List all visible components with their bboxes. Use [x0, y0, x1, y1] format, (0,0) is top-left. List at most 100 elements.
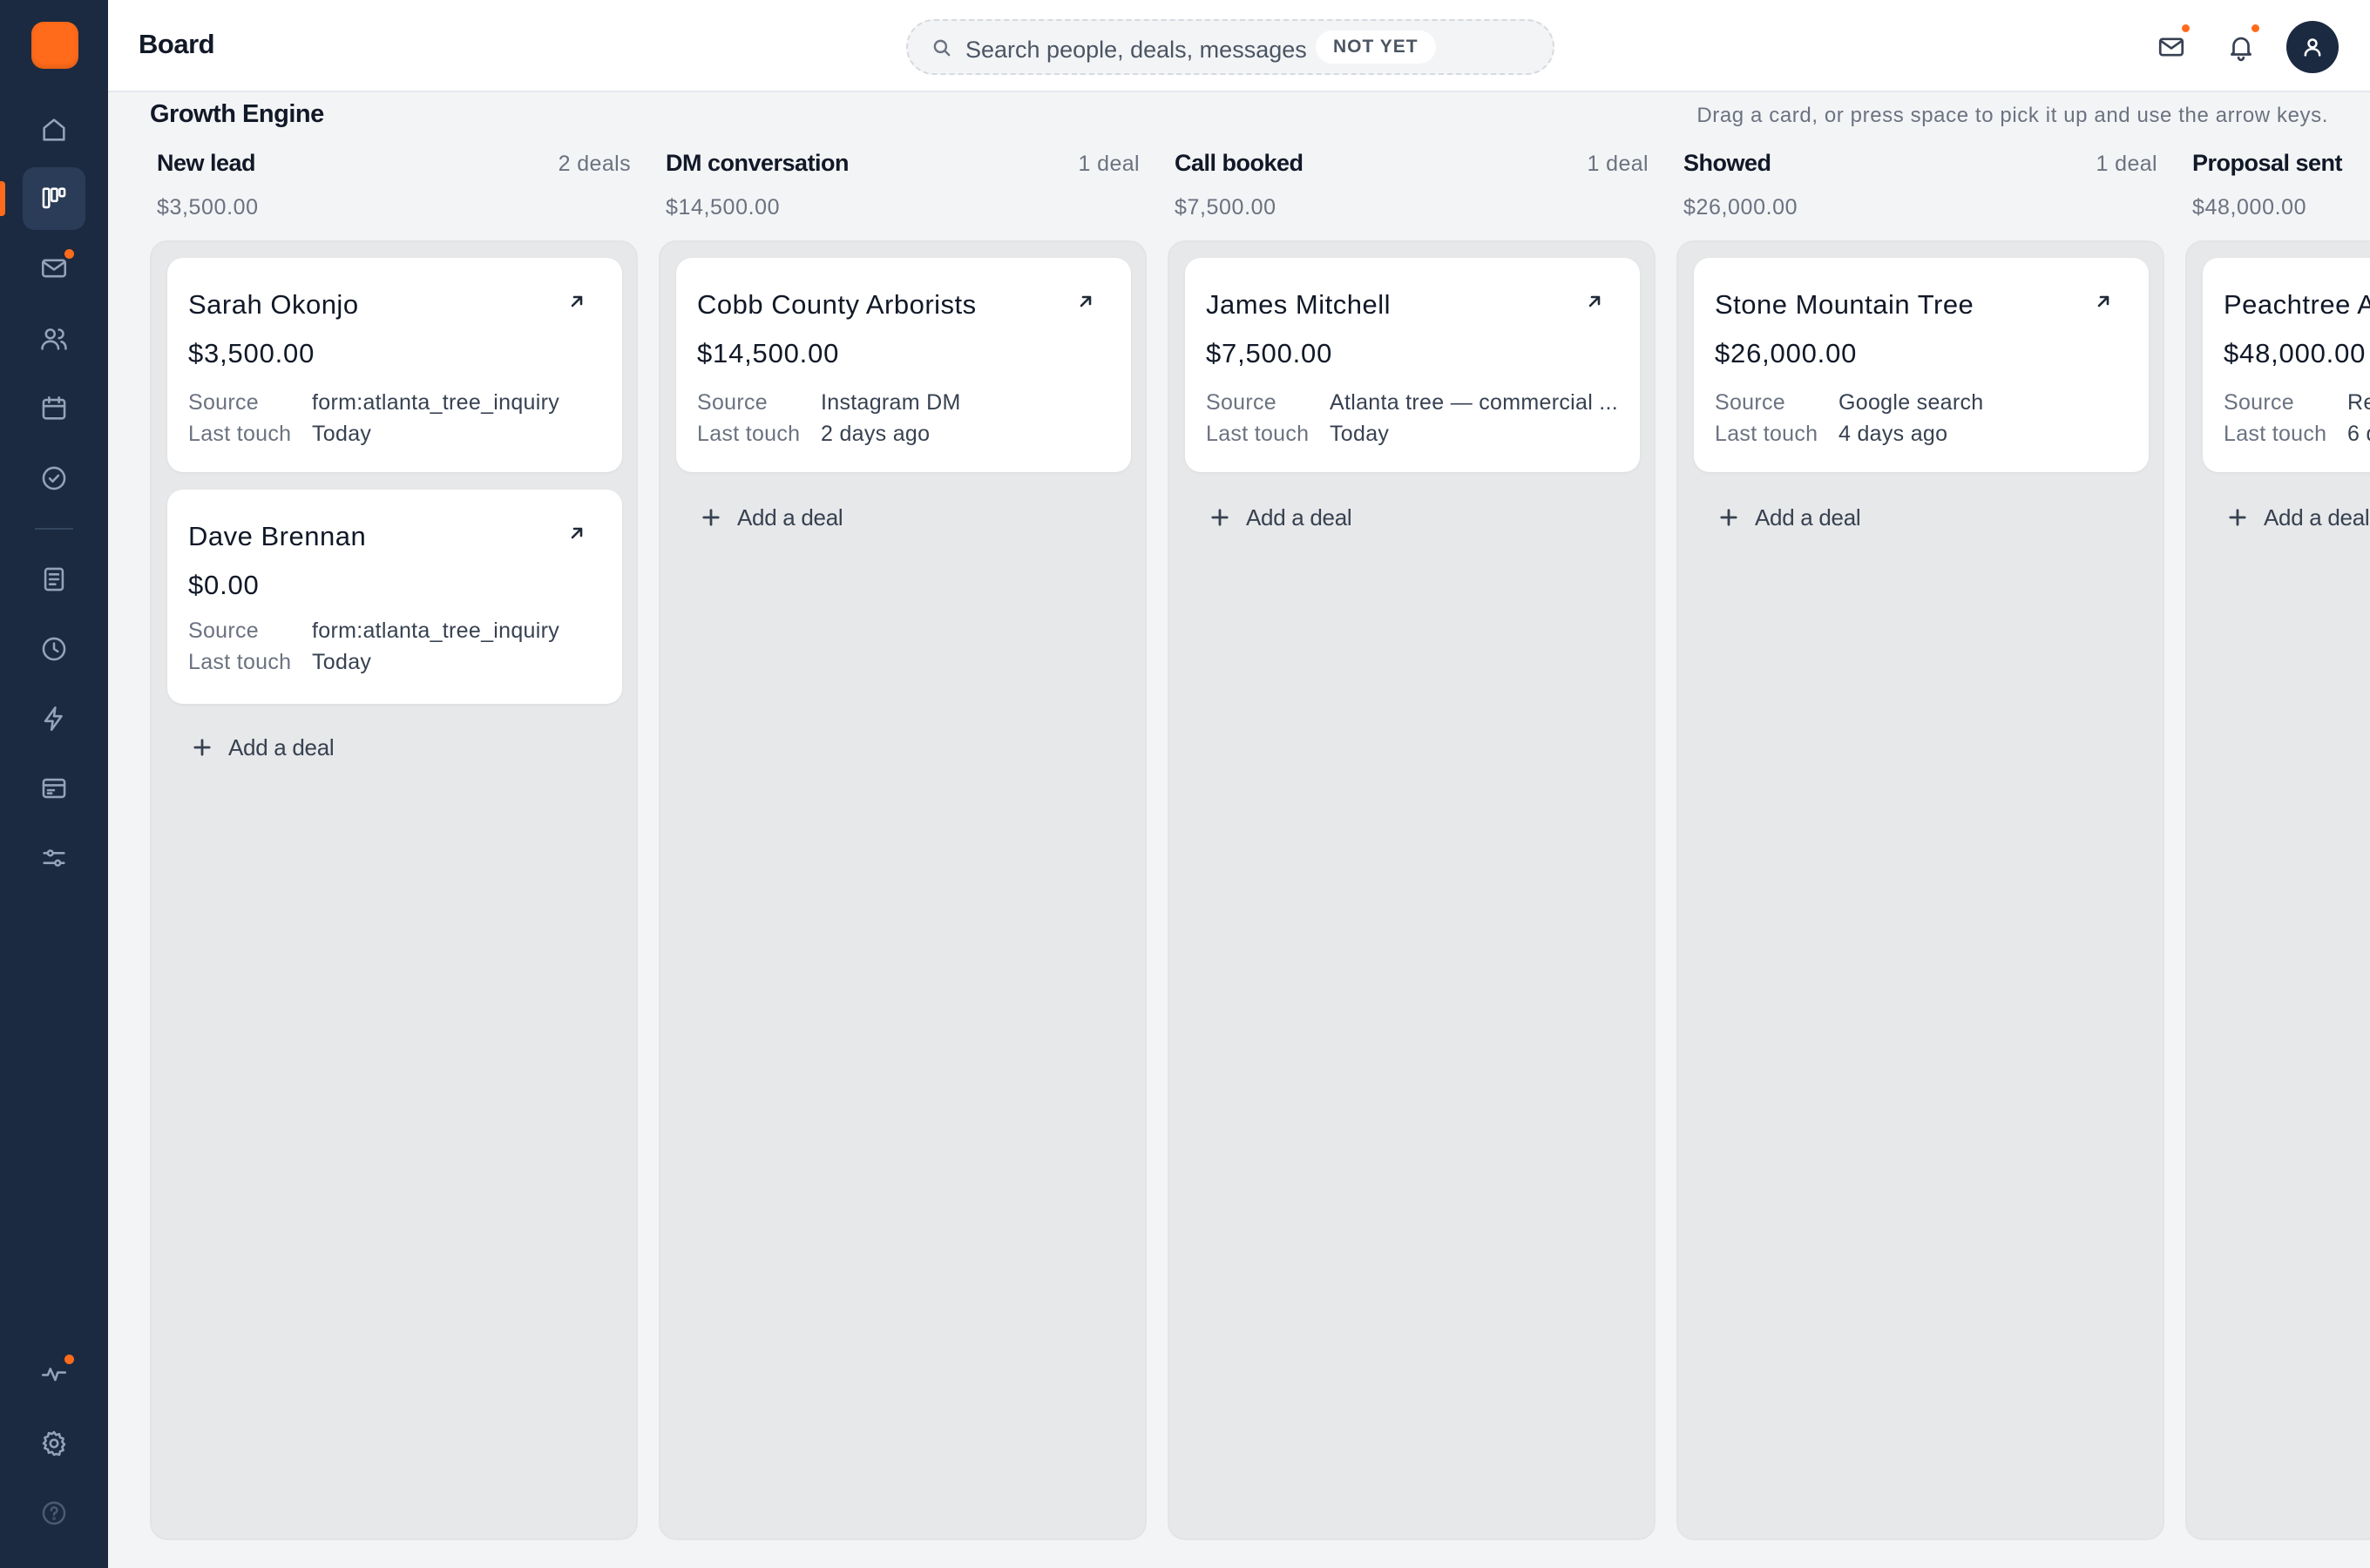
column-deal-count: 1 deal [2096, 152, 2157, 176]
deal-name: Cobb County Arborists [697, 289, 977, 320]
board-title: Growth Engine [150, 100, 324, 128]
last-touch-value: Today [312, 422, 372, 446]
source-value: form:atlanta_tree_inquiry [312, 618, 560, 643]
source-label: Source [697, 390, 769, 415]
last-touch-value: Today [312, 650, 372, 674]
last-touch-label: Last touch [188, 650, 292, 674]
pulse-icon [41, 1368, 67, 1382]
column-deal-count: 1 deal [1078, 152, 1140, 176]
deal-card[interactable]: Sarah Okonjo $3,500.00 Source form:atlan… [167, 258, 622, 472]
page-title: Board [139, 29, 215, 59]
source-label: Source [1715, 390, 1786, 415]
lightning-icon [44, 706, 63, 732]
sidebar-item-calendar[interactable] [23, 377, 85, 440]
last-touch-label: Last touch [2224, 422, 2327, 446]
source-value: Instagram DM [821, 390, 961, 415]
top-header: Board Search people, deals, messages NOT… [108, 0, 2370, 92]
sidebar-item-billing[interactable] [23, 757, 85, 820]
deal-amount: $3,500.00 [188, 338, 315, 368]
add-deal-label: Add a deal [1755, 504, 1861, 531]
deal-name: Sarah Okonjo [188, 289, 359, 320]
app-logo[interactable] [31, 22, 78, 69]
sidebar-item-automations[interactable] [23, 687, 85, 750]
deal-card[interactable]: Peachtree A $48,000.00 Source Re Last to… [2203, 258, 2370, 472]
column-lane[interactable]: Stone Mountain Tree $26,000.00 Source Go… [1676, 240, 2164, 1540]
source-value: Re [2347, 390, 2370, 415]
column-total: $48,000.00 [2192, 195, 2307, 220]
add-deal-button[interactable]: Add a deal [1717, 500, 1861, 535]
deal-card[interactable]: Cobb County Arborists $14,500.00 Source … [676, 258, 1131, 472]
sidebar-item-board[interactable] [23, 167, 85, 230]
last-touch-value: 6 d [2347, 422, 2370, 446]
calendar-icon [42, 395, 66, 420]
add-deal-button[interactable]: Add a deal [190, 730, 335, 765]
deal-amount: $14,500.00 [697, 338, 840, 368]
sidebar-item-settings[interactable] [23, 1412, 85, 1475]
source-value: Atlanta tree — commercial ... [1330, 390, 1619, 415]
sidebar-item-filters[interactable] [23, 827, 85, 889]
invoice-icon [42, 778, 66, 799]
add-deal-button[interactable]: Add a deal [1208, 500, 1352, 535]
open-deal-icon[interactable] [566, 523, 587, 544]
open-deal-icon[interactable] [566, 291, 587, 312]
sidebar-item-documents[interactable] [23, 548, 85, 611]
search-status-badge: NOT YET [1316, 30, 1436, 64]
column-lane[interactable]: Peachtree A $48,000.00 Source Re Last to… [2185, 240, 2370, 1540]
check-circle-icon [42, 466, 66, 490]
column-title: Proposal sent [2192, 150, 2343, 176]
sliders-icon [43, 849, 65, 867]
clock-icon [42, 637, 66, 661]
mail-icon [41, 259, 67, 278]
sidebar-item-history[interactable] [23, 618, 85, 680]
sidebar-item-contacts[interactable] [23, 308, 85, 370]
column-title: DM conversation [666, 150, 850, 176]
column-total: $3,500.00 [157, 195, 259, 220]
last-touch-value: Today [1330, 422, 1390, 446]
plus-icon [1211, 509, 1229, 526]
column-deal-count: 1 deal [1587, 152, 1649, 176]
deal-card[interactable]: Dave Brennan $0.00 Source form:atlanta_t… [167, 490, 622, 704]
deal-name: Peachtree A [2224, 289, 2370, 320]
add-deal-button[interactable]: Add a deal [2225, 500, 2370, 535]
search-placeholder: Search people, deals, messages [965, 37, 1307, 63]
add-deal-label: Add a deal [228, 733, 335, 760]
search-bar[interactable]: Search people, deals, messages NOT YET [906, 19, 1554, 75]
deal-name: Dave Brennan [188, 521, 367, 551]
plus-icon [2229, 509, 2246, 526]
plus-icon [1720, 509, 1737, 526]
column-total: $26,000.00 [1683, 195, 1798, 220]
column-lane[interactable]: Cobb County Arborists $14,500.00 Source … [659, 240, 1147, 1540]
deal-card[interactable]: James Mitchell $7,500.00 Source Atlanta … [1185, 258, 1640, 472]
deal-name: James Mitchell [1206, 289, 1391, 320]
sidebar-item-help[interactable] [23, 1482, 85, 1544]
sidebar-item-home[interactable] [23, 98, 85, 161]
open-deal-icon[interactable] [2093, 291, 2114, 312]
add-deal-button[interactable]: Add a deal [699, 500, 843, 535]
sidebar-item-activity[interactable] [23, 1342, 85, 1405]
inbox-notification-dot [64, 249, 74, 259]
source-label: Source [188, 618, 260, 643]
deal-card[interactable]: Stone Mountain Tree $26,000.00 Source Go… [1694, 258, 2149, 472]
pipeline-column: Proposal sent $48,000.00 Peachtree A $48… [2178, 0, 2370, 1568]
search-icon [931, 37, 953, 59]
kanban-icon [42, 187, 66, 209]
plus-icon [193, 739, 211, 756]
source-value: Google search [1838, 390, 1984, 415]
home-icon [43, 118, 65, 141]
add-deal-label: Add a deal [1246, 504, 1352, 531]
add-deal-label: Add a deal [2264, 504, 2370, 531]
plus-icon [702, 509, 720, 526]
column-lane[interactable]: James Mitchell $7,500.00 Source Atlanta … [1168, 240, 1656, 1540]
source-label: Source [188, 390, 260, 415]
open-deal-icon[interactable] [1584, 291, 1605, 312]
source-value: form:atlanta_tree_inquiry [312, 390, 560, 415]
deal-name: Stone Mountain Tree [1715, 289, 1974, 320]
source-label: Source [1206, 390, 1277, 415]
open-deal-icon[interactable] [1075, 291, 1096, 312]
column-title: Call booked [1175, 150, 1304, 176]
activity-notification-dot [64, 1355, 74, 1364]
column-lane[interactable]: Sarah Okonjo $3,500.00 Source form:atlan… [150, 240, 638, 1540]
sidebar-item-inbox[interactable] [23, 237, 85, 300]
deal-amount: $48,000.00 [2224, 338, 2367, 368]
sidebar-item-tasks[interactable] [23, 447, 85, 510]
